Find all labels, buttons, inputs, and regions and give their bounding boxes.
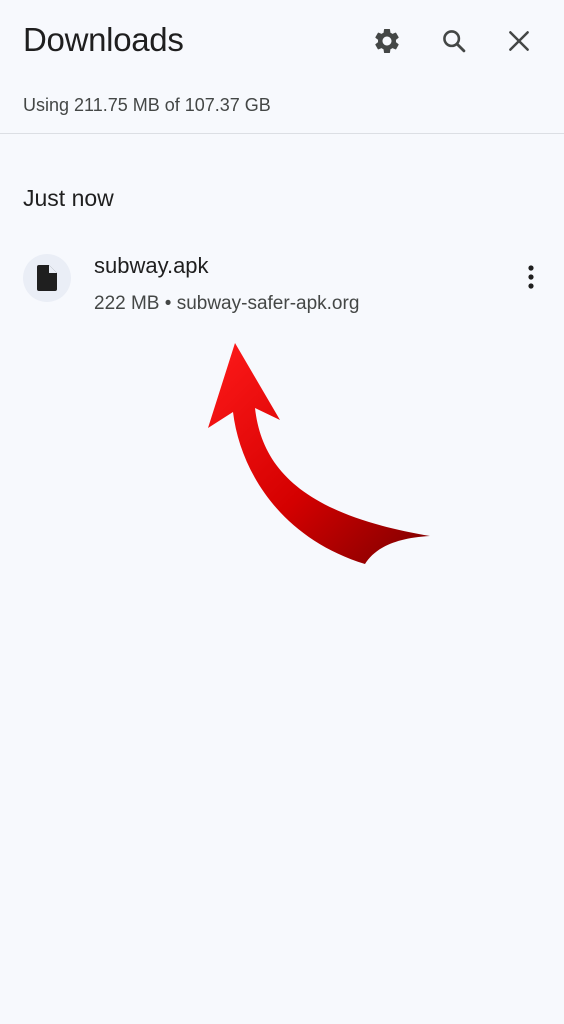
page-title: Downloads [23, 21, 184, 58]
more-vert-icon [528, 265, 534, 289]
close-button[interactable] [500, 22, 538, 60]
more-options-button[interactable] [512, 258, 550, 296]
settings-button[interactable] [368, 22, 406, 60]
search-icon [443, 30, 466, 53]
download-file-size: 222 MB [94, 293, 160, 314]
download-file-name[interactable]: subway.apk [94, 253, 209, 279]
storage-usage-text: Using 211.75 MB of 107.37 GB [23, 95, 271, 115]
download-list-item[interactable]: subway.apk 222 MB • subway-safer-apk.org [0, 236, 564, 332]
meta-separator: • [164, 293, 172, 314]
download-file-meta: 222 MB • subway-safer-apk.org [94, 293, 359, 315]
red-curved-arrow [208, 343, 430, 564]
search-button[interactable] [435, 22, 473, 60]
section-heading-just-now: Just now [23, 185, 114, 211]
download-source-domain: subway-safer-apk.org [176, 293, 360, 314]
downloads-header: Downloads Using 211.75 MB of 107.37 GB [0, 0, 564, 134]
file-icon [37, 265, 57, 291]
close-icon [509, 31, 529, 51]
file-icon-container [23, 254, 71, 302]
gear-icon [375, 28, 399, 53]
